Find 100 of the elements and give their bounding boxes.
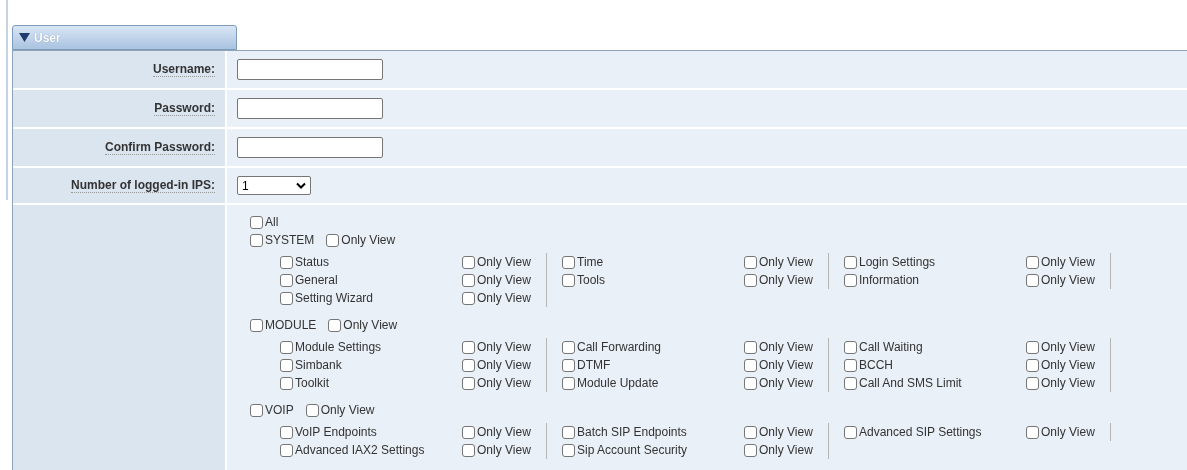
checkbox[interactable] (844, 340, 857, 354)
checkbox-label: Simbank (295, 357, 342, 374)
checkbox-label: Information (859, 272, 920, 289)
username-field[interactable] (237, 59, 383, 80)
checkbox[interactable] (280, 291, 293, 305)
checkbox-label: MODULE (265, 317, 317, 334)
checkbox-label: Tools (577, 272, 605, 289)
ips-select[interactable]: 1 (237, 176, 311, 195)
checkbox-label: Only View (477, 339, 531, 356)
checkbox-label: Setting Wizard (295, 290, 374, 307)
checkbox[interactable] (280, 255, 293, 269)
checkbox-label: BCCH (859, 357, 893, 374)
checkbox-label: Only View (477, 357, 531, 374)
checkbox-label: Time (577, 254, 604, 271)
checkbox[interactable] (462, 425, 475, 439)
checkbox-label: Only View (759, 375, 813, 392)
password-field[interactable] (237, 137, 383, 158)
checkbox-label: Module Update (577, 375, 659, 392)
checkbox[interactable] (562, 358, 575, 372)
checkbox-label: Only View (1041, 272, 1095, 289)
chevron-icon (296, 182, 306, 189)
checkbox[interactable] (250, 318, 263, 332)
checkbox[interactable] (305, 403, 319, 417)
checkbox-label: Only View (759, 424, 813, 441)
checkbox[interactable] (250, 215, 263, 229)
checkbox[interactable] (1026, 273, 1039, 287)
section-title: User (34, 29, 61, 47)
checkbox-label: Only View (477, 375, 531, 392)
checkbox-label: Call Forwarding (577, 339, 662, 356)
checkbox-label: Only View (477, 272, 531, 289)
checkbox[interactable] (744, 376, 757, 390)
checkbox-label: Call And SMS Limit (859, 375, 962, 392)
checkbox[interactable] (326, 233, 340, 247)
checkbox[interactable] (462, 273, 475, 287)
checkbox-label: Module Settings (295, 339, 382, 356)
checkbox-label: Only View (759, 357, 813, 374)
checkbox[interactable] (844, 425, 857, 439)
checkbox-label: Only View (1041, 339, 1095, 356)
checkbox-label: Batch SIP Endpoints (577, 424, 687, 441)
checkbox-label: Only View (1041, 254, 1095, 271)
checkbox[interactable] (462, 376, 475, 390)
checkbox[interactable] (462, 255, 475, 269)
field-label: Password: (154, 101, 215, 116)
checkbox-label: Only View (759, 442, 813, 459)
field-label: Confirm Password: (105, 140, 215, 155)
checkbox[interactable] (1026, 340, 1039, 354)
checkbox[interactable] (1026, 255, 1039, 269)
checkbox-label: Only View (477, 442, 531, 459)
checkbox[interactable] (280, 425, 293, 439)
checkbox[interactable] (744, 358, 757, 372)
checkbox[interactable] (744, 340, 757, 354)
password-field[interactable] (237, 98, 383, 119)
checkbox[interactable] (250, 233, 263, 247)
checkbox[interactable] (562, 340, 575, 354)
checkbox[interactable] (280, 376, 293, 390)
checkbox-label: VoIP Endpoints (295, 424, 377, 441)
checkbox[interactable] (562, 255, 575, 269)
checkbox-label: Advanced SIP Settings (859, 424, 982, 441)
checkbox[interactable] (744, 255, 757, 269)
checkbox-label: Only View (759, 339, 813, 356)
checkbox[interactable] (744, 273, 757, 287)
checkbox-label: Only View (477, 290, 531, 307)
checkbox[interactable] (280, 340, 293, 354)
checkbox-label: Login Settings (859, 254, 936, 271)
checkbox[interactable] (844, 273, 857, 287)
checkbox-label: DTMF (577, 357, 611, 374)
checkbox-label: Only View (341, 232, 396, 249)
checkbox[interactable] (562, 443, 575, 457)
checkbox[interactable] (462, 358, 475, 372)
checkbox-label: Call Waiting (859, 339, 923, 356)
field-label: Number of logged-in IPS: (71, 178, 215, 193)
checkbox[interactable] (462, 291, 475, 305)
checkbox[interactable] (744, 425, 757, 439)
checkbox-label: Only View (1041, 375, 1095, 392)
field-label: Username: (152, 62, 215, 77)
checkbox-label: General (295, 272, 338, 289)
checkbox[interactable] (562, 376, 575, 390)
checkbox[interactable] (1026, 358, 1039, 372)
checkbox[interactable] (280, 358, 293, 372)
checkbox[interactable] (328, 318, 342, 332)
checkbox[interactable] (1026, 376, 1039, 390)
checkbox[interactable] (462, 340, 475, 354)
checkbox[interactable] (844, 255, 857, 269)
checkbox[interactable] (744, 443, 757, 457)
checkbox-label: VOIP (265, 402, 294, 419)
checkbox[interactable] (562, 425, 575, 439)
checkbox-label: SYSTEM (265, 232, 315, 249)
checkbox[interactable] (844, 376, 857, 390)
checkbox-label: Only View (1041, 357, 1095, 374)
checkbox-label: Toolkit (295, 375, 329, 392)
checkbox[interactable] (562, 273, 575, 287)
checkbox-label: Only View (759, 254, 813, 271)
checkbox-label: All (265, 214, 279, 231)
checkbox[interactable] (250, 403, 263, 417)
checkbox[interactable] (844, 358, 857, 372)
checkbox[interactable] (280, 273, 293, 287)
checkbox[interactable] (1026, 425, 1039, 439)
checkbox[interactable] (462, 443, 475, 457)
checkbox-label: Only View (759, 272, 813, 289)
checkbox[interactable] (280, 443, 293, 457)
